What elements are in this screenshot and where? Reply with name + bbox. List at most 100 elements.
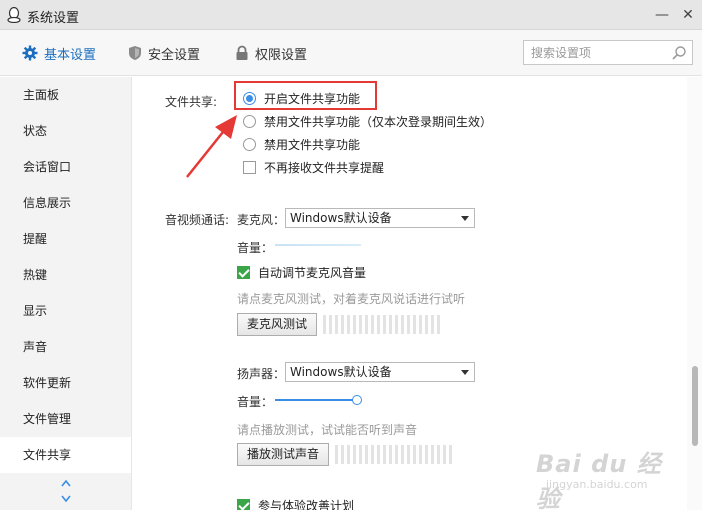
checkbox-experience-plan[interactable]: 参与体验改善计划 [237, 497, 354, 510]
tab-permission-settings[interactable]: 权限设置 [235, 43, 307, 63]
radio-disable-file-share[interactable]: 禁用文件共享功能 [243, 136, 360, 153]
meter-segment [359, 315, 362, 334]
radio-indicator[interactable] [243, 115, 256, 128]
checkbox-auto-adjust-mic[interactable]: 自动调节麦克风音量 [237, 264, 366, 281]
meter-segment [389, 445, 392, 464]
meter-segment [353, 315, 356, 334]
sidebar-item-chat-window[interactable]: 会话窗口 [0, 149, 131, 185]
checkbox-indicator[interactable] [243, 161, 256, 174]
meter-segment [407, 445, 410, 464]
speaker-volume-knob[interactable] [352, 395, 362, 405]
meter-segment [371, 445, 374, 464]
speaker-device-select[interactable]: Windows默认设备 [285, 362, 475, 382]
meter-segment [341, 315, 344, 334]
tab-security-settings[interactable]: 安全设置 [128, 43, 200, 63]
meter-segment [413, 445, 416, 464]
sidebar-item-file-management[interactable]: 文件管理 [0, 401, 131, 437]
checkbox-indicator[interactable] [237, 499, 250, 510]
radio-indicator[interactable] [243, 92, 256, 105]
sidebar-item-sound[interactable]: 声音 [0, 329, 131, 365]
sidebar-item-display[interactable]: 显示 [0, 293, 131, 329]
av-call-label: 音视频通话: [165, 213, 230, 227]
sidebar-item-hotkeys[interactable]: 热键 [0, 257, 131, 293]
chevron-down-icon [461, 216, 469, 221]
option-label: 参与体验改善计划 [258, 499, 355, 510]
meter-segment [323, 315, 326, 334]
meter-segment [365, 315, 368, 334]
sidebar-item-file-sharing[interactable]: 文件共享 [0, 437, 131, 473]
mic-level-meter [323, 315, 440, 334]
annotation-arrow-icon [186, 115, 237, 178]
sidebar-item-main-panel[interactable]: 主面板 [0, 77, 131, 113]
app-logo-icon [7, 7, 21, 23]
watermark-logo: Bai du 经验 [536, 450, 662, 510]
tab-basic-settings[interactable]: 基本设置 [22, 43, 96, 63]
meter-segment [431, 315, 434, 334]
tab-label: 权限设置 [255, 47, 308, 63]
meter-segment [407, 315, 410, 334]
sidebar-item-info-display[interactable]: 信息展示 [0, 185, 131, 221]
speaker-test-button[interactable]: 播放测试声音 [237, 443, 329, 466]
checkbox-indicator[interactable] [237, 266, 250, 279]
meter-segment [329, 315, 332, 334]
checkbox-no-file-share-reminder[interactable]: 不再接收文件共享提醒 [243, 159, 384, 176]
meter-segment [401, 445, 404, 464]
meter-segment [425, 315, 428, 334]
content-scrollbar[interactable] [687, 77, 702, 510]
meter-segment [335, 445, 338, 464]
meter-segment [353, 445, 356, 464]
meter-segment [395, 445, 398, 464]
close-button[interactable]: ✕ [678, 6, 698, 24]
option-label: 禁用文件共享功能（仅本次登录期间生效） [264, 115, 493, 129]
mic-volume-slider[interactable] [275, 244, 361, 246]
meter-segment [431, 445, 434, 464]
settings-search-box[interactable] [523, 40, 693, 65]
radio-enable-file-share[interactable]: 开启文件共享功能 [243, 90, 360, 107]
option-label: 开启文件共享功能 [264, 92, 361, 106]
meter-segment [377, 445, 380, 464]
sidebar-item-status[interactable]: 状态 [0, 113, 131, 149]
settings-sidebar: 主面板 状态 会话窗口 信息展示 提醒 热键 显示 声音 软件更新 文件管理 文… [0, 77, 132, 510]
search-icon[interactable] [671, 45, 687, 61]
file-share-label: 文件共享: [165, 95, 218, 109]
meter-segment [365, 445, 368, 464]
scroll-up-icon[interactable] [60, 478, 72, 488]
mic-test-button[interactable]: 麦克风测试 [237, 313, 317, 336]
sidebar-item-software-update[interactable]: 软件更新 [0, 365, 131, 401]
option-label: 自动调节麦克风音量 [258, 266, 367, 280]
shield-icon [129, 46, 141, 60]
mic-test-hint: 请点麦克风测试，对着麦克风说话进行试听 [237, 292, 466, 306]
radio-indicator[interactable] [243, 138, 256, 151]
mic-device-select[interactable]: Windows默认设备 [285, 208, 475, 228]
option-label: 禁用文件共享功能 [264, 138, 361, 152]
meter-segment [437, 445, 440, 464]
sidebar-item-reminder[interactable]: 提醒 [0, 221, 131, 257]
radio-disable-file-share-session[interactable]: 禁用文件共享功能（仅本次登录期间生效） [243, 113, 492, 130]
gear-icon [22, 45, 38, 61]
tab-label: 基本设置 [44, 47, 97, 63]
minimize-button[interactable]: — [652, 6, 672, 24]
mic-volume-label: 音量： [237, 241, 274, 255]
speaker-device-value: Windows默认设备 [290, 365, 392, 379]
window-title: 系统设置 [27, 11, 80, 26]
tab-label: 安全设置 [148, 47, 201, 63]
speaker-test-hint: 请点播放测试，试试能否听到声音 [237, 423, 418, 437]
meter-segment [371, 315, 374, 334]
lock-icon [236, 45, 248, 60]
scroll-down-icon[interactable] [60, 494, 72, 504]
meter-segment [449, 445, 452, 464]
settings-tab-bar: 基本设置 安全设置 权限设置 [0, 30, 702, 76]
chevron-down-icon [461, 370, 469, 375]
meter-segment [437, 315, 440, 334]
mic-label: 麦克风： [237, 213, 286, 227]
meter-segment [389, 315, 392, 334]
speaker-volume-slider[interactable] [275, 399, 357, 401]
option-label: 不再接收文件共享提醒 [264, 161, 385, 175]
baidu-watermark: Bai du 经验 jingyan.baidu.com [536, 444, 686, 510]
scrollbar-thumb[interactable] [692, 366, 698, 446]
meter-segment [401, 315, 404, 334]
meter-segment [443, 445, 446, 464]
search-input[interactable] [524, 41, 664, 64]
meter-segment [413, 315, 416, 334]
title-bar: 系统设置 — ✕ [0, 0, 702, 30]
